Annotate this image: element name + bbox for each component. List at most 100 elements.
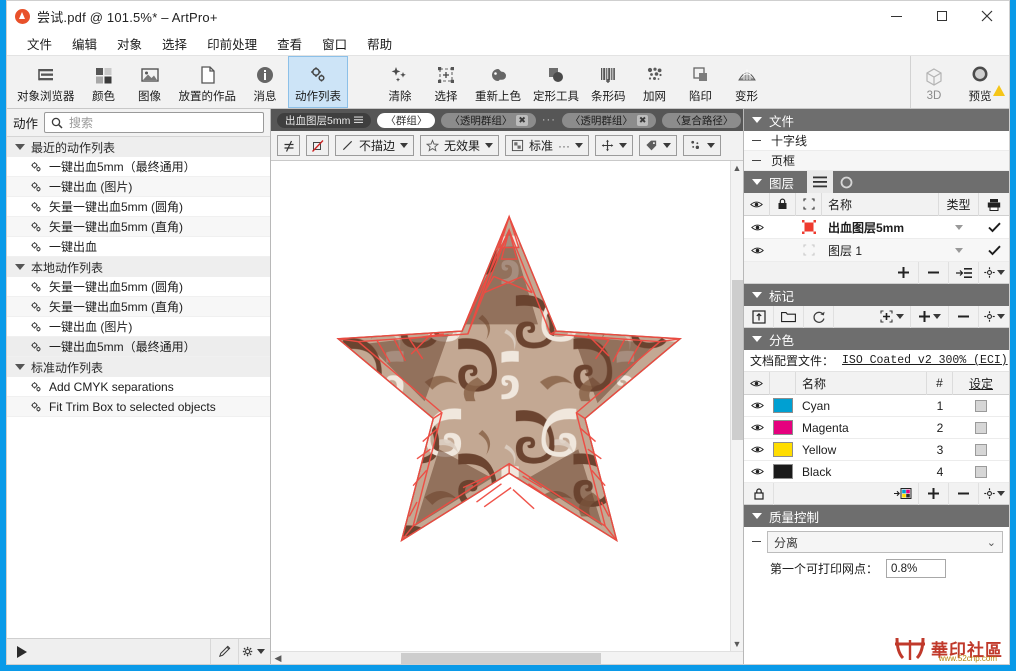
ribbon-object-browser[interactable]: 对象浏览器 <box>11 56 81 108</box>
sep-visibility-toggle[interactable] <box>744 461 770 482</box>
breadcrumb-ellipsis[interactable]: ··· <box>542 114 556 126</box>
import-marks-button[interactable] <box>744 305 774 328</box>
edit-action-button[interactable] <box>210 639 238 664</box>
layer-lock-toggle[interactable] <box>770 239 796 261</box>
separation-row-yellow[interactable]: Yellow 3 <box>744 439 1009 461</box>
close-icon[interactable]: ✖ <box>516 114 528 126</box>
layer-type-dropdown[interactable] <box>939 239 979 261</box>
no-fill-button[interactable] <box>306 135 329 156</box>
action-item[interactable]: 矢量一键出血5mm (圆角) <box>7 197 270 217</box>
remove-separation-button[interactable] <box>949 482 979 505</box>
vscroll-track[interactable] <box>731 175 744 637</box>
add-layer-button[interactable] <box>889 261 919 284</box>
menu-file[interactable]: 文件 <box>17 32 62 55</box>
breadcrumb-transparency-group-1[interactable]: 〈透明群组〉 ✖ <box>441 112 536 128</box>
move-layer-button[interactable] <box>949 261 979 284</box>
action-item[interactable]: 矢量一键出血5mm (直角) <box>7 217 270 237</box>
breadcrumb-transparency-group-2[interactable]: 〈透明群组〉 ✖ <box>561 112 657 128</box>
action-item[interactable]: 矢量一键出血5mm (圆角) <box>7 277 270 297</box>
layer-name[interactable]: 图层 1 <box>822 239 939 261</box>
quality-section-header[interactable]: 质量控制 <box>744 505 1009 527</box>
marks-folder-button[interactable] <box>774 305 804 328</box>
move-dropdown[interactable] <box>595 135 634 156</box>
layer-type-dropdown[interactable] <box>939 216 979 238</box>
marks-options-button[interactable] <box>979 306 1009 328</box>
action-item[interactable]: 一键出血 (图片) <box>7 177 270 197</box>
vertical-scrollbar[interactable]: ▲ ▼ <box>730 161 743 651</box>
ribbon-barcode[interactable]: 条形码 <box>585 56 632 108</box>
map-ink-button[interactable] <box>889 482 919 505</box>
ribbon-screening[interactable]: 加网 <box>632 56 678 108</box>
layer-visibility-toggle[interactable] <box>744 239 770 261</box>
ribbon-3d[interactable]: 3D <box>911 56 957 108</box>
sep-visibility-toggle[interactable] <box>744 439 770 460</box>
sep-settings-checkbox[interactable] <box>953 461 1009 482</box>
menu-help[interactable]: 帮助 <box>357 32 402 55</box>
action-item[interactable]: Add CMYK separations <box>7 377 270 397</box>
search-input[interactable]: 搜索 <box>44 112 264 133</box>
layer-row-bleed[interactable]: 出血图层5mm <box>744 216 1009 239</box>
maximize-button[interactable] <box>919 1 964 32</box>
not-equal-button[interactable] <box>277 135 300 156</box>
tag-dropdown[interactable] <box>639 135 678 156</box>
separations-options-button[interactable] <box>979 483 1009 505</box>
menu-edit[interactable]: 编辑 <box>62 32 107 55</box>
action-item[interactable]: Fit Trim Box to selected objects <box>7 397 270 417</box>
remove-mark-button[interactable] <box>949 305 979 328</box>
separations-section-header[interactable]: 分色 <box>744 328 1009 350</box>
vscroll-thumb[interactable] <box>731 280 743 440</box>
layer-lock-toggle[interactable] <box>770 216 796 238</box>
hscroll-thumb[interactable] <box>401 653 601 664</box>
separation-row-black[interactable]: Black 4 <box>744 461 1009 483</box>
scroll-up-icon[interactable]: ▲ <box>733 161 742 175</box>
sep-settings-checkbox[interactable] <box>953 417 1009 438</box>
run-action-button[interactable] <box>17 645 27 658</box>
layer-print-toggle[interactable] <box>979 216 1009 238</box>
action-settings-button[interactable] <box>238 639 266 664</box>
ribbon-clean[interactable]: 清除 <box>377 56 423 108</box>
action-item[interactable]: 一键出血5mm（最终通用） <box>7 157 270 177</box>
ribbon-warp[interactable]: 变形 <box>724 56 770 108</box>
refresh-marks-button[interactable] <box>804 305 834 328</box>
sep-visibility-toggle[interactable] <box>744 395 770 416</box>
layers-options-button[interactable] <box>979 262 1009 284</box>
first-printable-dot-input[interactable]: 0.8% <box>886 559 947 578</box>
layers-section-header[interactable]: 图层 <box>744 171 1009 193</box>
quality-check-select[interactable]: 分离 ⌄ <box>767 531 1003 553</box>
separation-row-cyan[interactable]: Cyan 1 <box>744 395 1009 417</box>
scroll-left-icon[interactable]: ◀ <box>271 653 285 664</box>
blend-dropdown[interactable]: 标准 ··· <box>505 135 590 156</box>
ribbon-color[interactable]: 颜色 <box>81 56 127 108</box>
document-canvas[interactable] <box>271 161 730 651</box>
action-item[interactable]: 一键出血 (图片) <box>7 317 270 337</box>
separation-row-magenta[interactable]: Magenta 2 <box>744 417 1009 439</box>
file-row-crosshair[interactable]: 十字线 <box>744 131 1009 151</box>
menu-prepress[interactable]: 印前处理 <box>197 32 267 55</box>
ribbon-preview[interactable]: 预览 <box>957 56 1005 108</box>
sep-settings-checkbox[interactable] <box>953 439 1009 460</box>
menu-view[interactable]: 查看 <box>267 32 312 55</box>
ribbon-message[interactable]: 消息 <box>242 56 288 108</box>
marks-section-header[interactable]: 标记 <box>744 284 1009 306</box>
minimize-button[interactable] <box>874 1 919 32</box>
stroke-dropdown[interactable]: 不描边 <box>335 135 415 156</box>
action-group-standard[interactable]: 标准动作列表 <box>7 357 270 377</box>
remove-layer-button[interactable] <box>919 261 949 284</box>
ribbon-recolor[interactable]: 重新上色 <box>469 56 527 108</box>
menu-object[interactable]: 对象 <box>107 32 152 55</box>
action-group-recent[interactable]: 最近的动作列表 <box>7 137 270 157</box>
breadcrumb-group[interactable]: 〈群组〉 <box>377 112 436 128</box>
ribbon-action-list[interactable]: 动作列表 <box>288 56 348 108</box>
add-mark-set-button[interactable] <box>873 305 911 328</box>
ribbon-trapping[interactable]: 陷印 <box>678 56 724 108</box>
action-item[interactable]: 矢量一键出血5mm (直角) <box>7 297 270 317</box>
layer-row-layer1[interactable]: 图层 1 <box>744 239 1009 262</box>
effect-dropdown[interactable]: 无效果 <box>420 135 500 156</box>
action-item[interactable]: 一键出血 <box>7 237 270 257</box>
menu-select[interactable]: 选择 <box>152 32 197 55</box>
horizontal-scrollbar[interactable]: ◀ <box>271 651 743 664</box>
ribbon-placed-art[interactable]: 放置的作品 <box>173 56 243 108</box>
ribbon-select[interactable]: 选择 <box>423 56 469 108</box>
ribbon-shape-tool[interactable]: 定形工具 <box>527 56 585 108</box>
add-separation-button[interactable] <box>919 482 949 505</box>
